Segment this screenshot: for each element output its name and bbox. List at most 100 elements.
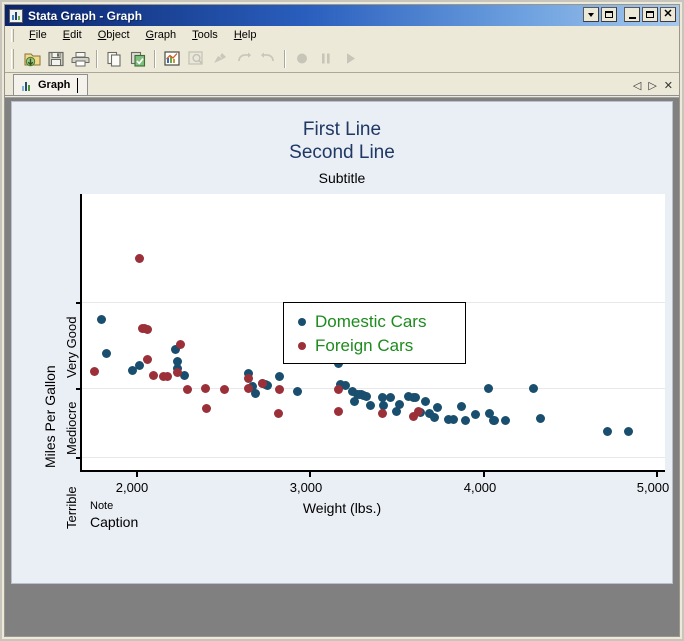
bar-chart-icon <box>9 8 23 23</box>
scatter-point <box>96 314 106 324</box>
scatter-point <box>334 385 344 395</box>
scatter-point <box>273 409 283 419</box>
scatter-point <box>624 426 634 436</box>
scatter-point <box>219 385 229 395</box>
tab-bar: Graph ◁ ▷ ✕ <box>5 73 679 96</box>
scatter-point <box>528 383 538 393</box>
menu-object[interactable]: Object <box>90 27 138 44</box>
scatter-point <box>148 370 158 380</box>
copy-icon[interactable] <box>102 47 126 70</box>
toolbar-separator <box>96 49 98 68</box>
window-inner: Stata Graph - Graph ✕ File Edit Object G… <box>4 4 680 637</box>
scatter-point <box>414 406 424 416</box>
x-tick-label-1: 3,000 <box>289 480 323 495</box>
legend-marker-foreign <box>298 342 306 350</box>
x-axis-tick-3 <box>656 471 659 477</box>
scatter-point <box>365 400 375 410</box>
chevron-down-icon <box>588 12 594 17</box>
close-button[interactable]: ✕ <box>660 7 676 22</box>
grid-edit-icon <box>208 47 232 70</box>
toolbar-separator <box>284 49 286 68</box>
menubar-grip[interactable] <box>11 28 14 42</box>
scatter-point <box>162 372 172 382</box>
maximize-button[interactable] <box>642 7 658 22</box>
menu-graph[interactable]: Graph <box>138 27 185 44</box>
scatter-point <box>275 372 285 382</box>
scatter-point <box>457 401 467 411</box>
scatter-point <box>433 402 443 412</box>
scatter-point <box>275 385 285 395</box>
play-icon <box>338 47 362 70</box>
y-axis-tick-0 <box>76 301 82 304</box>
scatter-point <box>143 355 153 365</box>
scatter-point <box>200 383 210 393</box>
scatter-point <box>421 397 431 407</box>
toolbar-grip[interactable] <box>11 48 14 69</box>
scatter-point <box>134 254 144 264</box>
scatter-point <box>134 361 144 371</box>
restore-icon <box>605 11 613 18</box>
scatter-point <box>202 404 212 414</box>
scatter-point <box>410 393 420 403</box>
tab-next-button[interactable]: ▷ <box>648 79 656 92</box>
maximize-icon <box>646 11 654 18</box>
tab-prev-button[interactable]: ◁ <box>633 79 641 92</box>
scatter-point <box>386 393 396 403</box>
tab-bar-controls: ◁ ▷ ✕ <box>633 79 673 92</box>
redo-icon <box>256 47 280 70</box>
scatter-point <box>395 399 405 409</box>
scatter-point <box>483 383 493 393</box>
scatter-point <box>183 385 193 395</box>
toolbar <box>5 45 679 73</box>
x-axis-tick-2 <box>482 471 485 477</box>
legend-label-domestic: Domestic Cars <box>315 312 427 331</box>
legend-item-foreign[interactable]: Foreign Cars <box>298 334 465 358</box>
scatter-point <box>244 383 254 393</box>
menu-help[interactable]: Help <box>226 27 265 44</box>
open-icon[interactable] <box>20 47 44 70</box>
paste-icon[interactable] <box>126 47 150 70</box>
x-axis-tick-1 <box>309 471 312 477</box>
close-icon: ✕ <box>663 8 673 20</box>
y-tick-label-0: Very Good <box>64 316 79 378</box>
graph-subtitle: Subtitle <box>318 170 366 186</box>
menu-file[interactable]: File <box>21 27 55 44</box>
mdi-restore-button[interactable] <box>601 7 617 22</box>
scatter-point <box>490 416 500 426</box>
scatter-point <box>89 367 99 377</box>
menu-tools[interactable]: Tools <box>184 27 226 44</box>
scatter-point <box>448 415 458 425</box>
menu-bar: File Edit Object Graph Tools Help <box>5 26 679 45</box>
scatter-point <box>500 416 510 426</box>
scatter-point <box>429 412 439 422</box>
gridline-y-2 <box>82 457 665 459</box>
menu-edit[interactable]: Edit <box>55 27 90 44</box>
scatter-point <box>176 340 186 350</box>
pause-icon <box>314 47 338 70</box>
save-icon[interactable] <box>44 47 68 70</box>
scatter-point <box>362 392 372 402</box>
graph-surface[interactable]: First Line Second Line Subtitle Miles Pe… <box>11 101 673 584</box>
legend[interactable]: Domestic Cars Foreign Cars <box>283 302 466 364</box>
graph-editor-icon[interactable] <box>160 47 184 70</box>
x-tick-label-3: 5,000 <box>636 480 670 495</box>
tab-close-button[interactable]: ✕ <box>664 79 673 92</box>
record-icon <box>290 47 314 70</box>
graph-canvas-area: First Line Second Line Subtitle Miles Pe… <box>5 97 679 636</box>
tab-graph[interactable]: Graph <box>13 74 89 95</box>
y-tick-label-1: Mediocre <box>64 401 79 455</box>
print-icon[interactable] <box>68 47 92 70</box>
legend-item-domestic[interactable]: Domestic Cars <box>298 310 465 334</box>
graph-note: Note <box>90 500 114 512</box>
y-axis-tick-2 <box>76 457 82 460</box>
x-tick-label-0: 2,000 <box>115 480 149 495</box>
legend-label-foreign: Foreign Cars <box>315 336 414 355</box>
minimize-button[interactable] <box>624 7 640 22</box>
scatter-point <box>460 416 470 426</box>
bar-chart-icon <box>21 80 33 91</box>
minimize-icon <box>628 16 636 19</box>
title-bar[interactable]: Stata Graph - Graph ✕ <box>5 5 679 26</box>
mdi-menu-button[interactable] <box>583 7 599 22</box>
stata-graph-window: Stata Graph - Graph ✕ File Edit Object G… <box>0 0 684 641</box>
y-axis-tick-1 <box>76 388 82 391</box>
